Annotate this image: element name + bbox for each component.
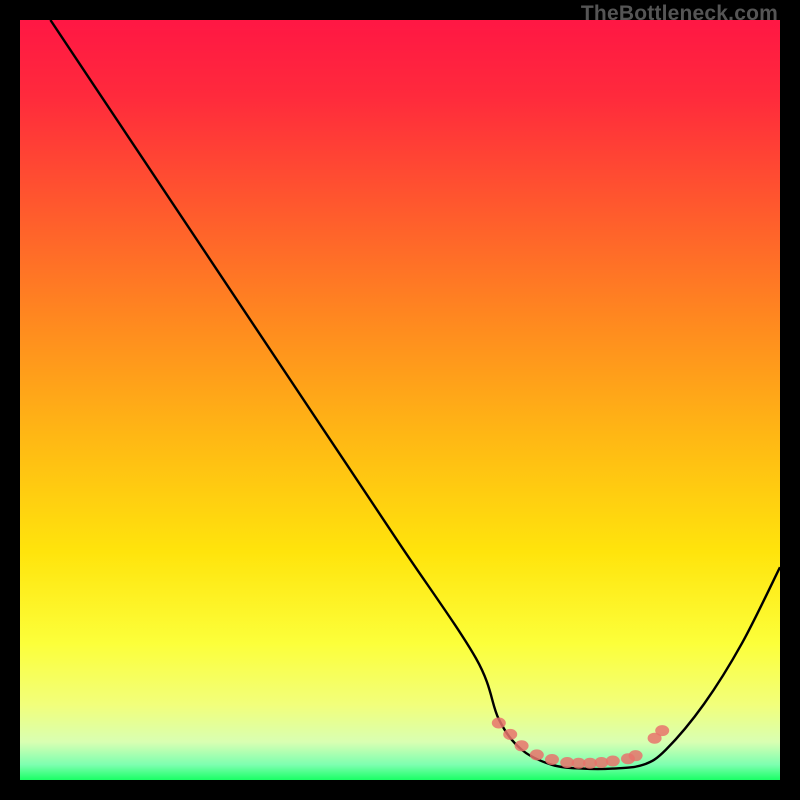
highlight-dot xyxy=(492,718,506,729)
highlight-dot xyxy=(515,740,529,751)
gradient-background xyxy=(20,20,780,780)
highlight-dot xyxy=(503,729,517,740)
highlight-dot xyxy=(530,749,544,760)
chart-container xyxy=(20,20,780,780)
highlight-dot xyxy=(655,725,669,736)
highlight-dot xyxy=(629,750,643,761)
chart-svg xyxy=(20,20,780,780)
highlight-dot xyxy=(606,756,620,767)
watermark: TheBottleneck.com xyxy=(581,2,778,26)
highlight-dot xyxy=(545,754,559,765)
